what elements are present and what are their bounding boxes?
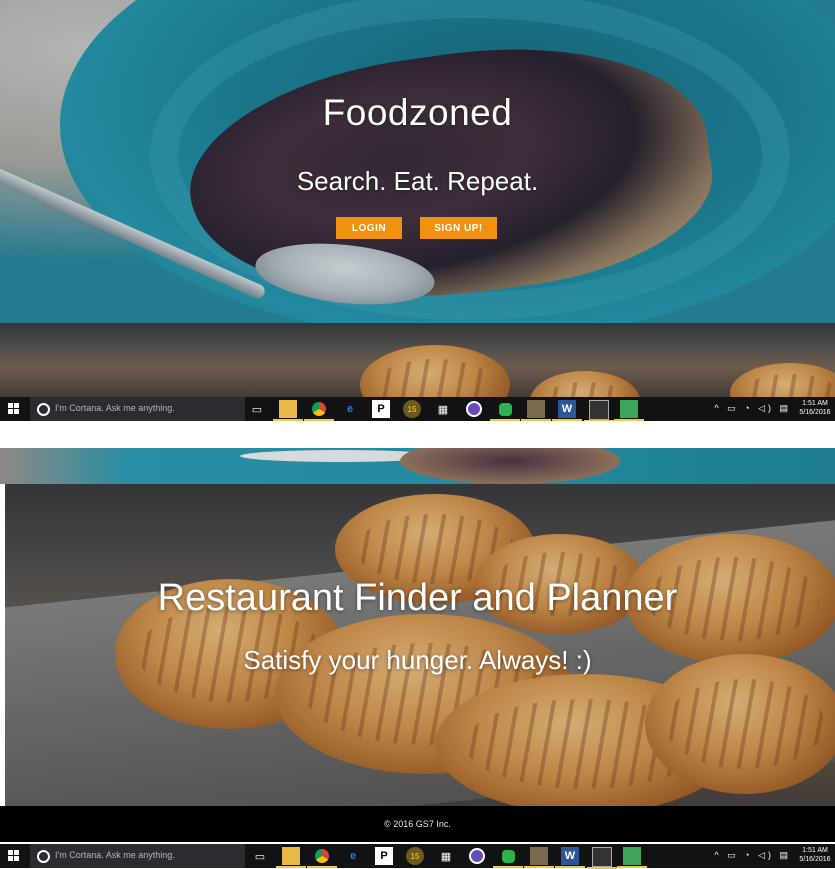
footer-copyright: © 2016 GS7 Inc. (384, 819, 451, 829)
cortana-icon (37, 850, 50, 863)
word-icon[interactable]: W (552, 400, 582, 421)
feature-title: Restaurant Finder and Planner (157, 577, 678, 619)
chrome-icon[interactable] (307, 847, 337, 868)
brand-tagline: Search. Eat. Repeat. (296, 166, 539, 196)
feature-subtitle: Satisfy your hunger. Always! :) (243, 645, 592, 675)
clock-time: 1:51 AM (802, 847, 828, 854)
system-tray-icons[interactable]: ^ ▭ ◔ ◁) ▤ (714, 850, 791, 861)
cortana-search-box[interactable]: I'm Cortana. Ask me anything. (30, 397, 245, 421)
taskbar-clock[interactable]: 1:51 AM 5/16/2016 (797, 846, 833, 864)
app-15-icon[interactable]: 15 (406, 847, 424, 865)
cortana-placeholder: I'm Cortana. Ask me anything. (55, 403, 175, 413)
plate-strip (0, 448, 835, 484)
store-icon[interactable]: ▦ (437, 847, 455, 865)
signup-button[interactable]: SIGN UP! (420, 217, 497, 239)
purple-app-icon[interactable] (468, 847, 486, 865)
edge-icon[interactable]: e (344, 847, 362, 865)
clock-time: 1:51 AM (802, 400, 828, 407)
task-view-icon[interactable]: ▭ (251, 847, 269, 865)
purple-app-icon[interactable] (465, 400, 483, 418)
cortana-placeholder: I'm Cortana. Ask me anything. (55, 850, 175, 860)
system-tray-icons[interactable]: ^ ▭ ◔ ◁) ▤ (714, 403, 791, 414)
windows-start-icon[interactable] (8, 850, 20, 862)
tart-image (400, 448, 620, 484)
windows-start-icon[interactable] (8, 403, 20, 415)
pastry-overlay (0, 323, 835, 397)
clock-date: 5/16/2016 (799, 856, 831, 863)
cortana-icon (37, 403, 50, 416)
photo-app-icon[interactable] (524, 847, 554, 868)
cortana-search-box[interactable]: I'm Cortana. Ask me anything. (30, 844, 245, 868)
p-app-icon[interactable]: P (375, 847, 393, 865)
hero-overlay (0, 0, 835, 323)
photo-app-icon[interactable] (521, 400, 551, 421)
terminal-icon[interactable] (587, 847, 617, 869)
p-app-icon[interactable]: P (372, 400, 390, 418)
green-box-icon[interactable] (614, 400, 644, 421)
brand-title: Foodzoned (322, 92, 513, 133)
hero-image (0, 0, 835, 323)
app-15-icon[interactable]: 15 (403, 400, 421, 418)
site-footer: © 2016 GS7 Inc. (0, 806, 835, 842)
chrome-icon[interactable] (304, 400, 334, 421)
terminal-icon[interactable] (584, 400, 614, 421)
task-view-icon[interactable]: ▭ (248, 400, 266, 418)
taskbar-bottom: I'm Cortana. Ask me anything. ▭ e P 15 ▦… (0, 844, 835, 869)
green-box-icon[interactable] (617, 847, 647, 868)
green-app-icon[interactable] (493, 847, 523, 868)
clock-date: 5/16/2016 (799, 409, 831, 416)
login-button[interactable]: LOGIN (336, 217, 402, 239)
file-explorer-icon[interactable] (276, 847, 306, 868)
taskbar: I'm Cortana. Ask me anything. ▭ e P 15 ▦… (0, 397, 835, 421)
green-app-icon[interactable] (490, 400, 520, 421)
store-icon[interactable]: ▦ (434, 400, 452, 418)
screenshot-top: Foodzoned Search. Eat. Repeat. LOGIN SIG… (0, 0, 835, 421)
edge-icon[interactable]: e (341, 400, 359, 418)
pastry-preview (0, 323, 835, 397)
taskbar-clock[interactable]: 1:51 AM 5/16/2016 (797, 399, 833, 417)
file-explorer-icon[interactable] (273, 400, 303, 421)
word-icon[interactable]: W (555, 847, 585, 868)
